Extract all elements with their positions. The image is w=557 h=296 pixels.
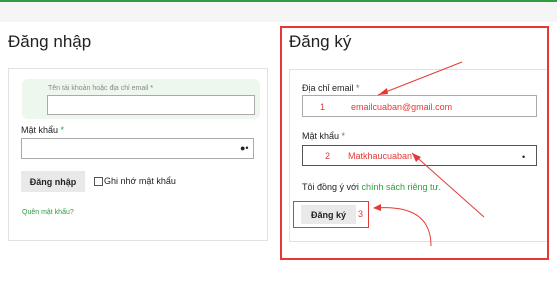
password-arrow-head: [412, 153, 421, 162]
annotation-arrows: [373, 61, 485, 247]
email-arrow-head: [378, 88, 388, 95]
button-arrow-curve: [374, 207, 432, 247]
password-arrow-line: [411, 152, 485, 218]
email-arrow-line: [377, 61, 463, 96]
button-arrow-head: [373, 204, 381, 211]
